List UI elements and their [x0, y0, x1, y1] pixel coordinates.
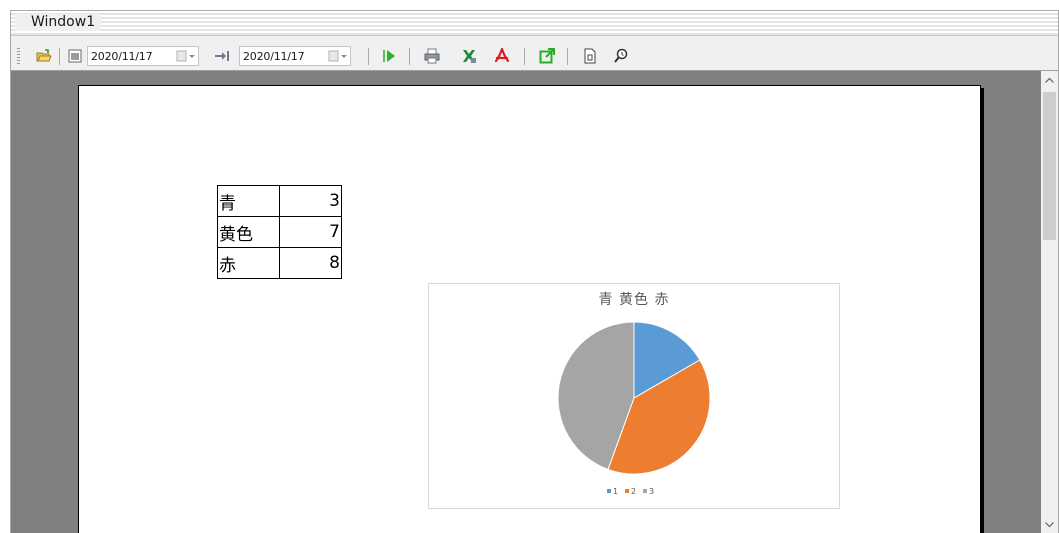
vertical-scrollbar[interactable] — [1041, 71, 1058, 533]
legend-swatch-1 — [607, 489, 611, 493]
legend-label-3: 3 — [649, 487, 654, 496]
table-cell-label: 赤 — [217, 247, 280, 279]
table-cell-label: 青 — [217, 185, 280, 217]
window-titlebar: Window1 — [11, 11, 1058, 36]
report-window: Window1 2020/11/17 2020/11/17 青 3 黄色 7 赤… — [10, 10, 1059, 533]
scroll-up-icon[interactable] — [1041, 71, 1058, 88]
toolbar-separator — [524, 48, 525, 65]
scrollbar-thumb[interactable] — [1043, 92, 1056, 240]
toolbar-separator — [59, 48, 60, 65]
table-row: 黄色 7 — [217, 216, 342, 248]
table-row: 青 3 — [217, 185, 342, 217]
table-cell-value: 7 — [279, 216, 342, 248]
run-icon[interactable] — [381, 48, 397, 64]
legend-swatch-2 — [625, 489, 629, 493]
window-title: Window1 — [15, 14, 102, 31]
zoom-icon[interactable] — [613, 48, 629, 64]
start-date-field[interactable]: 2020/11/17 — [87, 46, 199, 66]
end-date-dropdown-icon[interactable] — [328, 49, 348, 63]
legend-swatch-3 — [643, 489, 647, 493]
report-preview-area[interactable]: 青 3 黄色 7 赤 8 青 黄色 赤 1 2 3 — [11, 71, 1041, 533]
print-icon[interactable] — [424, 48, 440, 64]
scroll-down-icon[interactable] — [1041, 516, 1058, 533]
end-date-value: 2020/11/17 — [243, 50, 305, 63]
start-date-dropdown-icon[interactable] — [176, 49, 196, 63]
report-page: 青 3 黄色 7 赤 8 青 黄色 赤 1 2 3 — [78, 85, 981, 533]
start-date-value: 2020/11/17 — [91, 50, 153, 63]
table-cell-value: 8 — [279, 247, 342, 279]
legend-label-2: 2 — [631, 487, 636, 496]
table-cell-label: 黄色 — [217, 216, 280, 248]
external-open-icon[interactable] — [539, 48, 555, 64]
arrow-right-icon — [214, 48, 230, 64]
end-date-field[interactable]: 2020/11/17 — [239, 46, 351, 66]
page-setup-icon[interactable] — [582, 48, 598, 64]
excel-export-icon[interactable] — [461, 48, 477, 64]
chart-title: 青 黄色 赤 — [599, 291, 670, 308]
toolbar-separator — [409, 48, 410, 65]
legend-label-1: 1 — [613, 487, 618, 496]
calendar-icon — [67, 48, 83, 64]
pdf-export-icon[interactable] — [494, 48, 510, 64]
table-cell-value: 3 — [279, 185, 342, 217]
pie-chart: 青 黄色 赤 1 2 3 — [428, 283, 840, 509]
pie-chart-svg: 青 黄色 赤 1 2 3 — [557, 291, 711, 496]
toolbar-separator — [368, 48, 369, 65]
open-folder-icon[interactable] — [36, 48, 52, 64]
toolbar: 2020/11/17 2020/11/17 — [11, 36, 1058, 71]
data-table: 青 3 黄色 7 赤 8 — [217, 185, 342, 279]
toolbar-grip[interactable] — [17, 48, 20, 64]
toolbar-separator — [567, 48, 568, 65]
table-row: 赤 8 — [217, 247, 342, 279]
